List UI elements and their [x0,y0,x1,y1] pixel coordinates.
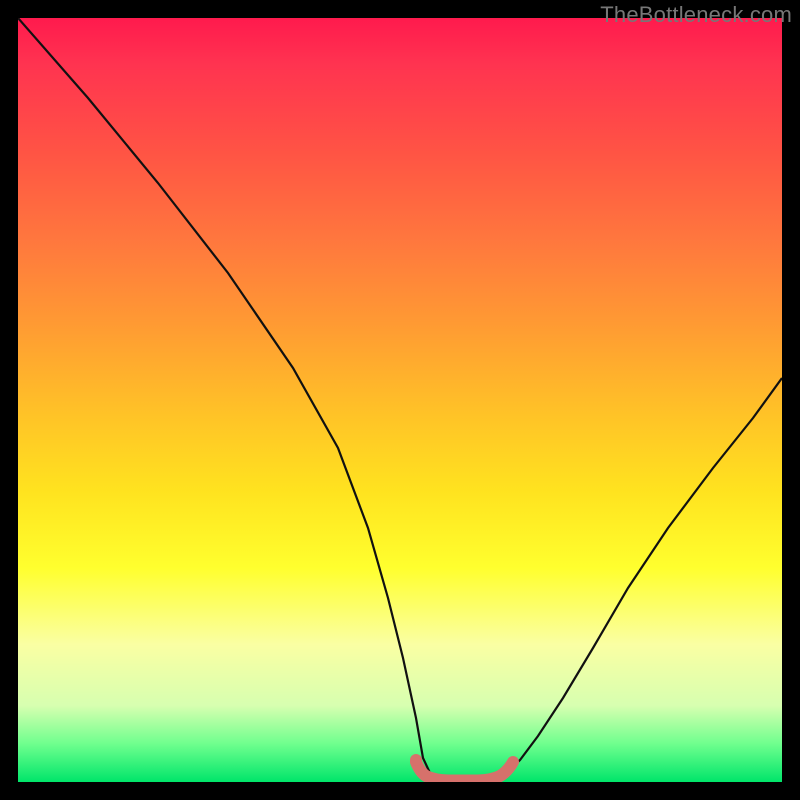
chart-plot-area [18,18,782,782]
chart-highlight-segment [416,762,513,781]
chart-svg [18,18,782,782]
chart-highlight-dot-left [410,754,422,766]
chart-frame: TheBottleneck.com [0,0,800,800]
chart-curve [18,18,782,781]
